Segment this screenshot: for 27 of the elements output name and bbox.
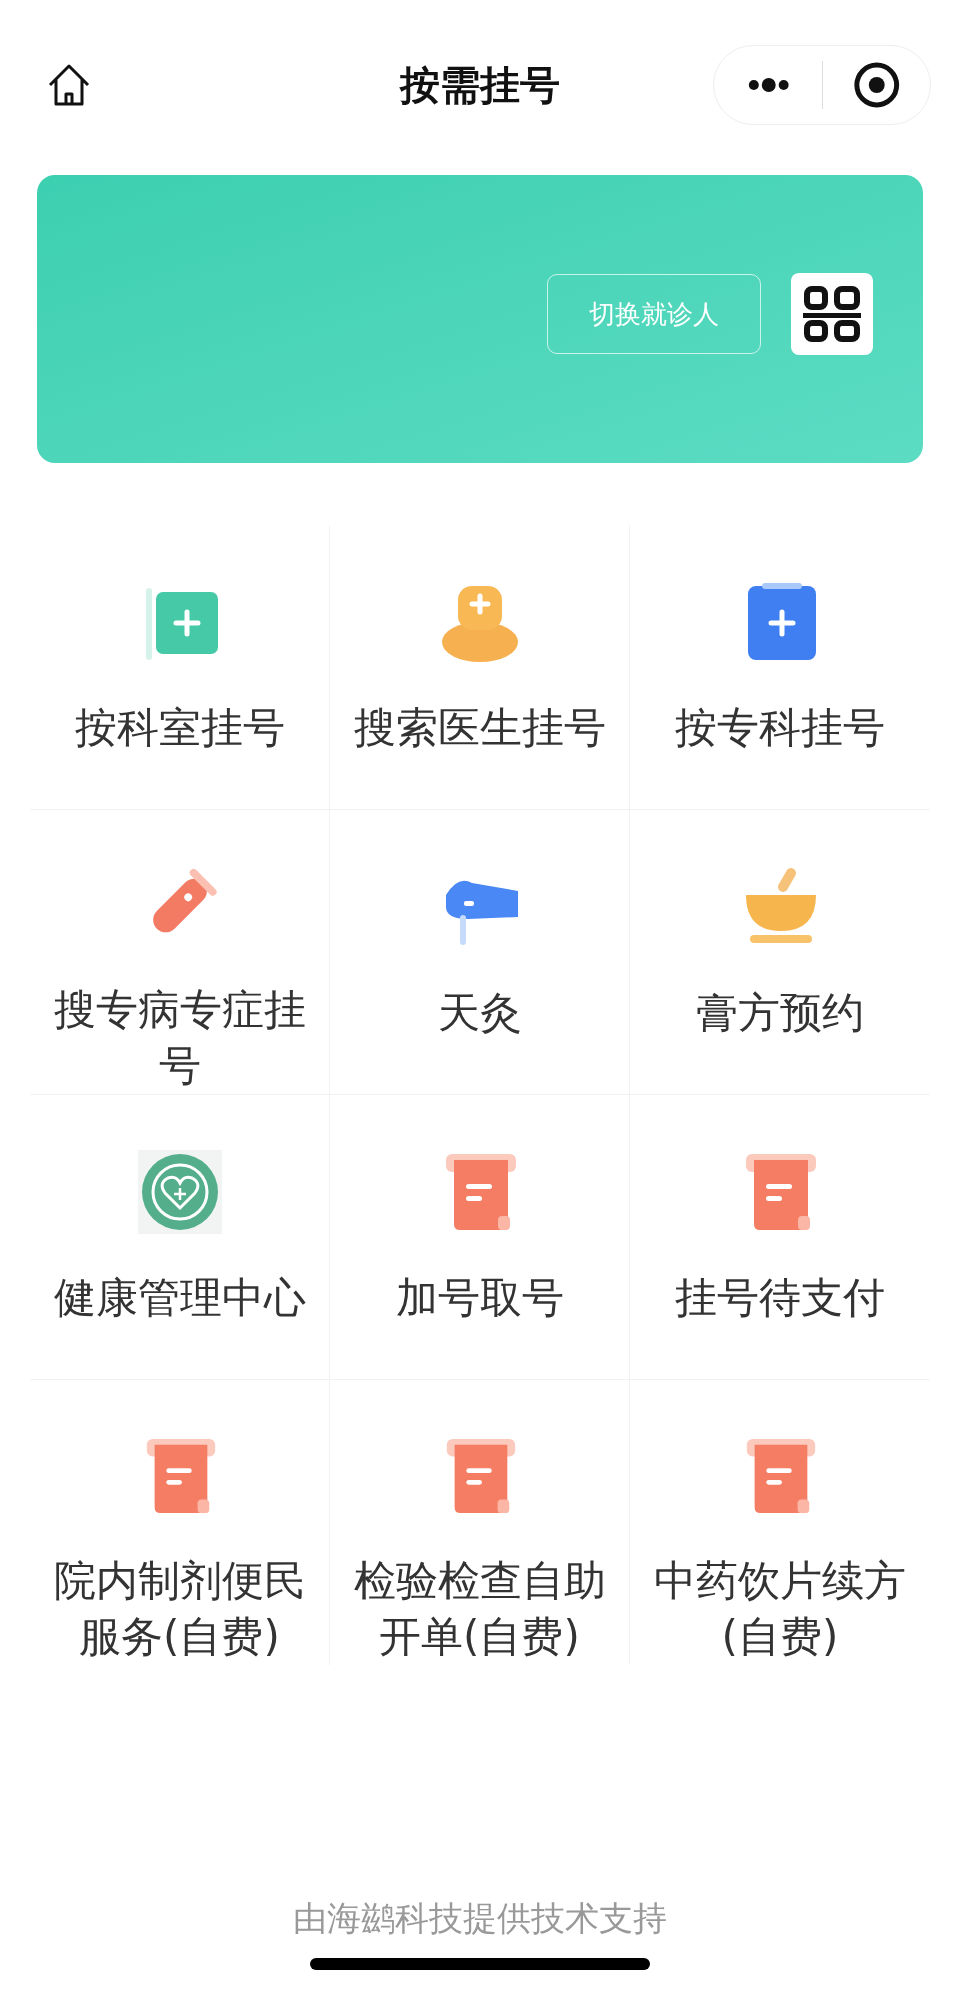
service-tile[interactable]: 检验检查自助开单(自费) [330,1380,630,1665]
service-label: 院内制剂便民服务(自费) [52,1555,307,1663]
service-tile[interactable]: 按专科挂号 [630,525,930,810]
service-tile[interactable]: 健康管理中心 [30,1095,330,1380]
service-label: 加号取号 [394,1272,565,1324]
service-label: 健康管理中心 [52,1272,307,1324]
service-tile[interactable]: 按科室挂号 [30,525,330,810]
service-label: 挂号待支付 [674,1272,886,1324]
service-label: 膏方预约 [695,987,865,1039]
service-label: 搜专病专症挂号 [52,984,307,1092]
service-label: 搜索医生挂号 [352,702,607,754]
service-label: 按科室挂号 [73,702,286,754]
qr-code-icon[interactable] [791,273,873,355]
service-label: 检验检查自助开单(自费) [352,1555,607,1663]
service-label: 按专科挂号 [674,702,886,754]
service-tile[interactable]: 院内制剂便民服务(自费) [30,1380,330,1665]
page-title: 按需挂号 [400,61,560,110]
service-tile[interactable]: 天灸 [330,810,630,1095]
service-tile[interactable]: 搜专病专症挂号 [30,810,330,1095]
service-label: 中药饮片续方(自费) [653,1555,907,1663]
service-label: 天灸 [436,987,523,1039]
service-tile[interactable]: 搜索医生挂号 [330,525,630,810]
service-tile[interactable]: 中药饮片续方(自费) [630,1380,930,1665]
service-tile[interactable]: 加号取号 [330,1095,630,1380]
footer-text: 由海鹚科技提供技术支持 [293,1897,667,1940]
service-tile[interactable]: 膏方预约 [630,810,930,1095]
service-tile[interactable]: 挂号待支付 [630,1095,930,1380]
